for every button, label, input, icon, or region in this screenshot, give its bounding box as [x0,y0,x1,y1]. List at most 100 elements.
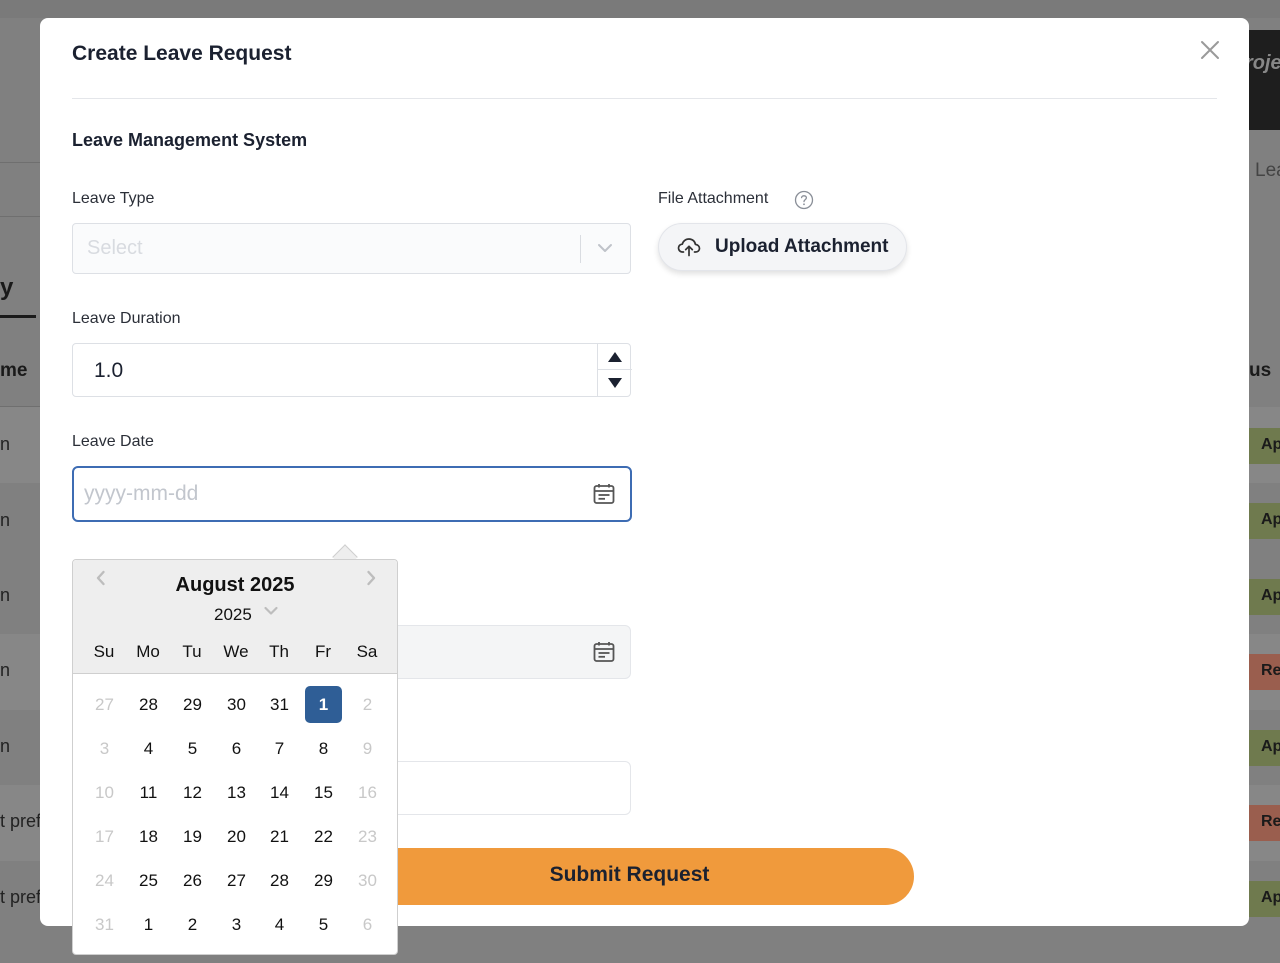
calendar-day[interactable]: 3 [86,730,123,767]
calendar-day[interactable]: 8 [305,730,342,767]
calendar-day[interactable]: 30 [349,862,386,899]
bg-project-text: roje [1245,52,1280,74]
modal-title: Create Leave Request [72,42,292,65]
calendar-day[interactable]: 22 [305,818,342,855]
calendar-day[interactable]: 29 [305,862,342,899]
select-separator [580,235,581,263]
upload-attachment-label: Upload Attachment [715,236,889,257]
triangle-up-icon [608,352,622,362]
calendar-day[interactable]: 26 [174,862,211,899]
bg-project-header: roje [1245,30,1280,130]
calendar-day[interactable]: 24 [86,862,123,899]
increment-button[interactable] [598,344,632,370]
bg-divider [0,216,40,217]
bg-status-header: us [1249,360,1272,381]
calendar-day[interactable]: 4 [130,730,167,767]
bg-row-text: n [0,510,11,530]
status-badge: Ap [1249,579,1280,615]
status-badge: Ap [1249,881,1280,917]
status-badge: Ap [1249,503,1280,539]
calendar-day[interactable]: 28 [261,862,298,899]
bg-row-text: n [0,585,11,605]
datepicker-year-select[interactable]: 2025 [214,605,252,625]
calendar-icon[interactable] [592,482,616,506]
calendar-day[interactable]: 1 [305,686,342,723]
calendar-day[interactable]: 6 [218,730,255,767]
calendar-day[interactable]: 15 [305,774,342,811]
decrement-button[interactable] [598,370,632,396]
chevron-down-icon[interactable] [595,238,615,258]
bg-row-text: n [0,736,11,756]
calendar-day[interactable]: 4 [261,906,298,943]
bg-divider [0,406,40,407]
calendar-day[interactable]: 27 [86,686,123,723]
calendar-day[interactable]: 1 [130,906,167,943]
leave-duration-label: Leave Duration [72,310,181,327]
file-attachment-label: File Attachment [658,190,769,207]
calendar-day[interactable]: 13 [218,774,255,811]
weekday-label: We [223,642,249,661]
leave-date-label: Leave Date [72,433,154,450]
calendar-day[interactable]: 28 [130,686,167,723]
section-title: Leave Management System [72,130,308,150]
leave-type-label: Leave Type [72,190,155,207]
close-icon [1201,41,1219,59]
calendar-day[interactable]: 23 [349,818,386,855]
calendar-day[interactable]: 29 [174,686,211,723]
status-badge: Re [1249,654,1280,690]
calendar-day[interactable]: 5 [174,730,211,767]
calendar-day[interactable]: 25 [130,862,167,899]
leave-date-input[interactable]: yyyy-mm-dd [72,466,632,522]
bg-top-band [0,0,1280,18]
duration-stepper [597,344,632,396]
bg-row-text: t pref [0,887,42,907]
calendar-day[interactable]: 2 [174,906,211,943]
chevron-down-icon[interactable] [263,604,279,618]
chevron-right-icon[interactable] [361,568,381,588]
calendar-day[interactable]: 10 [86,774,123,811]
calendar-day[interactable]: 19 [174,818,211,855]
header-divider [72,98,1217,99]
calendar-day[interactable]: 16 [349,774,386,811]
calendar-day[interactable]: 17 [86,818,123,855]
leave-duration-input[interactable]: 1.0 [72,343,632,397]
weekday-label: Mo [136,642,160,661]
calendar-day[interactable]: 20 [218,818,255,855]
calendar-day[interactable]: 21 [261,818,298,855]
bg-divider [0,162,40,163]
weekday-label: Su [93,642,115,661]
calendar-day[interactable]: 27 [218,862,255,899]
calendar-day[interactable]: 12 [174,774,211,811]
calendar-day[interactable]: 14 [261,774,298,811]
calendar-day[interactable]: 31 [261,686,298,723]
leave-type-select[interactable]: Select [72,223,631,274]
weekday-label: Sa [356,642,378,661]
calendar-day[interactable]: 30 [218,686,255,723]
leave-date-placeholder: yyyy-mm-dd [84,482,199,505]
calendar-day[interactable]: 9 [349,730,386,767]
status-badge: Ap [1249,428,1280,464]
calendar-day[interactable]: 2 [349,686,386,723]
bg-tab-underline [0,315,36,318]
leave-type-placeholder: Select [87,237,143,259]
calendar-day[interactable]: 31 [86,906,123,943]
calendar-day[interactable]: 11 [130,774,167,811]
help-icon[interactable] [794,190,814,210]
bg-row-text: t pref [0,811,42,831]
calendar-day[interactable]: 5 [305,906,342,943]
upload-attachment-button[interactable]: Upload Attachment [658,223,907,271]
bg-row-text: n [0,660,11,680]
calendar-day[interactable]: 6 [349,906,386,943]
weekday-label: Th [269,642,289,661]
status-badge: Ap [1249,730,1280,766]
calendar-day[interactable]: 18 [130,818,167,855]
calendar-day[interactable]: 3 [218,906,255,943]
bg-row-text: n [0,434,11,454]
close-button[interactable] [1198,38,1222,62]
bg-leave-text: Lea [1255,160,1280,181]
calendar-day[interactable]: 7 [261,730,298,767]
cloud-upload-icon [677,238,701,257]
submit-request-button[interactable]: Submit Request [345,848,914,905]
calendar-icon[interactable] [592,640,616,664]
status-badge: Re [1249,805,1280,841]
